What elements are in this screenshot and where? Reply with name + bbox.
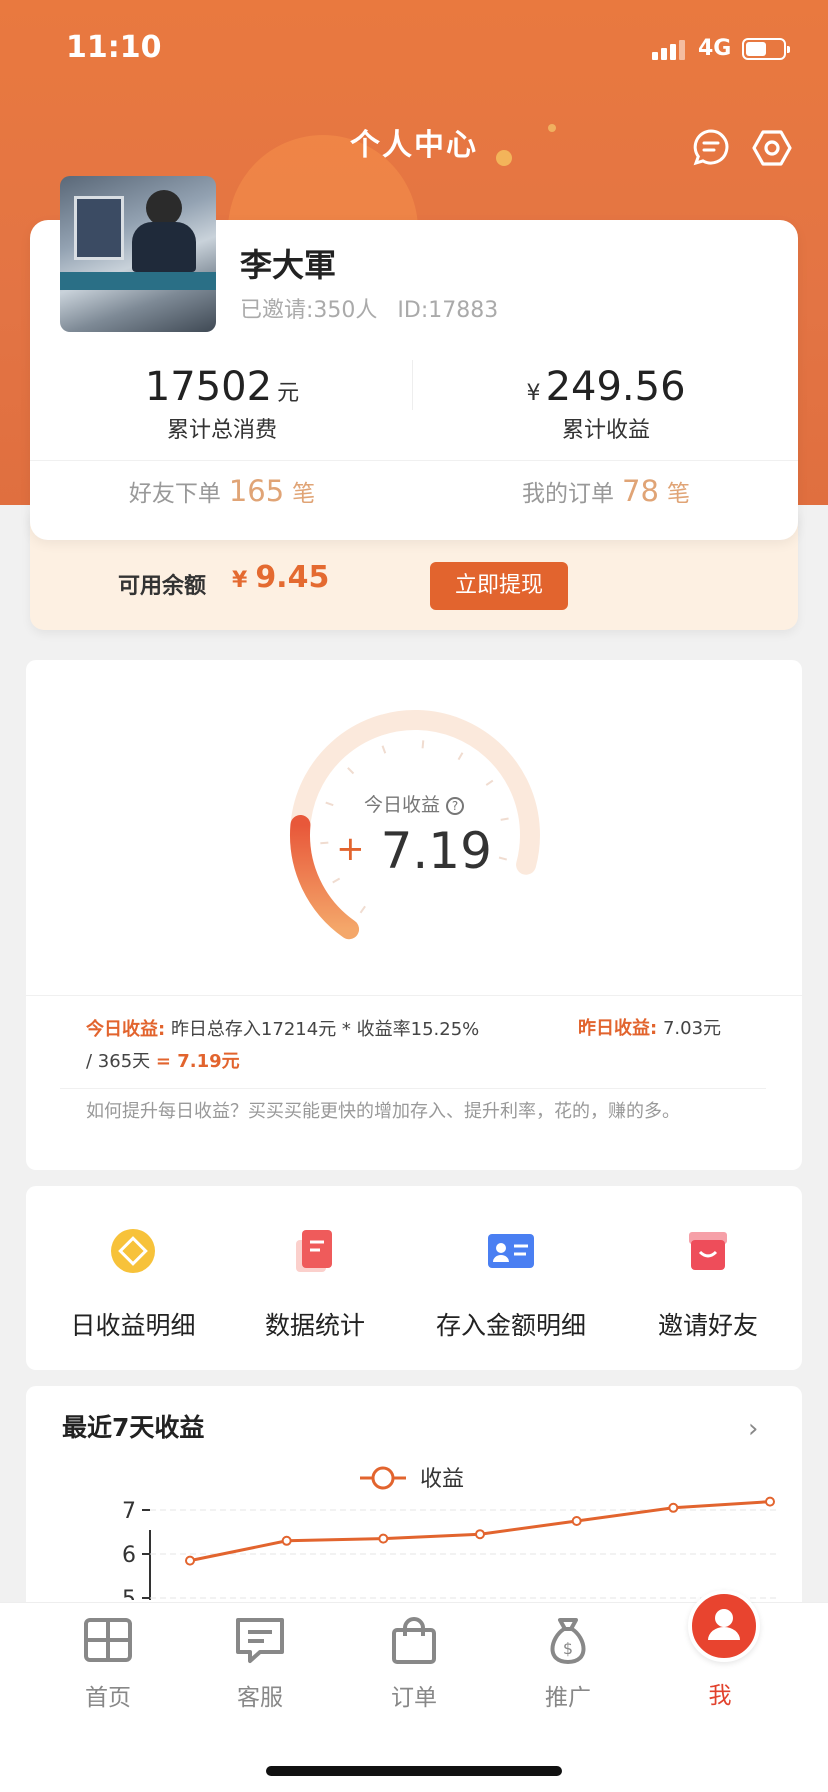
coin-icon <box>111 1229 155 1273</box>
data-point <box>281 1535 292 1546</box>
menu-deposit-detail[interactable]: 存入金额明细 <box>416 1226 606 1342</box>
my-orders[interactable]: 我的订单 78 笔 <box>414 474 798 508</box>
income-formula: 今日收益: 昨日总存入17214元 * 收益率15.25% / 365天 = 7… <box>86 1019 480 1072</box>
data-point <box>378 1533 389 1544</box>
status-time: 11:10 <box>66 30 162 65</box>
help-icon[interactable]: ? <box>446 797 465 815</box>
total-income-stat: ¥ 249.56 累计收益 <box>414 364 798 444</box>
tab-me-icon-circle[interactable] <box>688 1590 760 1662</box>
home-grid-icon <box>84 1618 132 1662</box>
user-id: ID:17883 <box>397 298 499 323</box>
money-bag-icon: $ <box>550 1618 586 1664</box>
avatar[interactable] <box>60 176 216 332</box>
user-meta: 已邀请:350人 ID:17883 <box>240 292 498 324</box>
total-income-label: 累计收益 <box>561 418 650 443</box>
balance-value: ¥9.45 <box>232 560 330 595</box>
divider <box>26 995 802 996</box>
report-icon <box>296 1230 332 1272</box>
status-bar: 11:10 4G <box>0 0 828 100</box>
gauge-tick <box>347 767 355 775</box>
y-tick-label: 6 <box>122 1543 136 1568</box>
today-income-value: +7.19 <box>336 822 492 880</box>
tab-orders[interactable]: 订单 <box>354 1614 474 1712</box>
friend-orders[interactable]: 好友下单 165 笔 <box>30 474 414 508</box>
data-point <box>571 1516 582 1526</box>
signal-icon <box>652 40 685 60</box>
gauge-tick <box>485 779 494 786</box>
menu-statistics[interactable]: 数据统计 <box>220 1226 410 1342</box>
battery-icon <box>742 38 790 60</box>
y-tick-label: 7 <box>122 1499 136 1524</box>
yesterday-income: 昨日收益: 7.03元 <box>578 1018 722 1039</box>
tab-home[interactable]: 首页 <box>48 1614 168 1712</box>
data-point <box>475 1529 485 1540</box>
divider <box>412 360 413 410</box>
y-tick-label: 5 <box>122 1587 136 1600</box>
total-spend-label: 累计总消费 <box>166 418 277 443</box>
income-line-chart: 收益 7 6 5 <box>122 1466 780 1600</box>
withdraw-button[interactable]: 立即提现 <box>430 562 568 610</box>
user-name: 李大軍 <box>240 246 337 284</box>
chat-icon <box>236 1618 284 1663</box>
user-icon <box>708 1609 740 1640</box>
today-income-label: 今日收益 ? <box>0 790 828 817</box>
menu-invite-friends[interactable]: 邀请好友 <box>613 1226 803 1342</box>
data-point <box>185 1555 195 1566</box>
gauge-tick <box>381 745 387 754</box>
data-point <box>765 1496 775 1507</box>
network-type: 4G <box>698 36 732 61</box>
message-icon[interactable] <box>692 128 730 166</box>
settings-icon[interactable] <box>752 128 792 168</box>
legend-label: 收益 <box>420 1467 464 1492</box>
gauge-tick <box>500 817 509 821</box>
gauge-tick <box>359 905 366 914</box>
invited-count: 已邀请:350人 <box>240 298 378 323</box>
tab-me[interactable]: 我 <box>660 1668 780 1710</box>
total-income-value: 249.56 <box>545 364 686 410</box>
tab-service[interactable]: 客服 <box>200 1614 320 1712</box>
home-indicator <box>266 1766 562 1776</box>
menu-daily-income[interactable]: 日收益明细 <box>38 1226 228 1342</box>
data-point <box>668 1502 679 1513</box>
balance-label: 可用余额 <box>118 574 207 599</box>
chart-title: 最近7天收益 <box>62 1413 205 1442</box>
gauge-tick <box>421 740 425 749</box>
chevron-right-icon[interactable]: › <box>748 1414 758 1444</box>
total-spend-stat: 17502 元 累计总消费 <box>30 364 414 444</box>
total-spend-value: 17502 <box>144 364 273 410</box>
svg-text:$: $ <box>563 1639 573 1658</box>
gauge-tick <box>457 752 464 761</box>
income-tip: 如何提升每日收益？买买买能更快的增加存入、提升利率，花的，赚的多。 <box>86 1101 680 1122</box>
legend-marker <box>371 1466 395 1490</box>
bag-icon <box>392 1617 436 1664</box>
tab-promote[interactable]: $ 推广 <box>508 1614 628 1712</box>
gift-icon <box>689 1232 727 1270</box>
divider <box>30 460 798 461</box>
divider <box>60 1088 766 1089</box>
id-card-icon <box>488 1234 534 1268</box>
